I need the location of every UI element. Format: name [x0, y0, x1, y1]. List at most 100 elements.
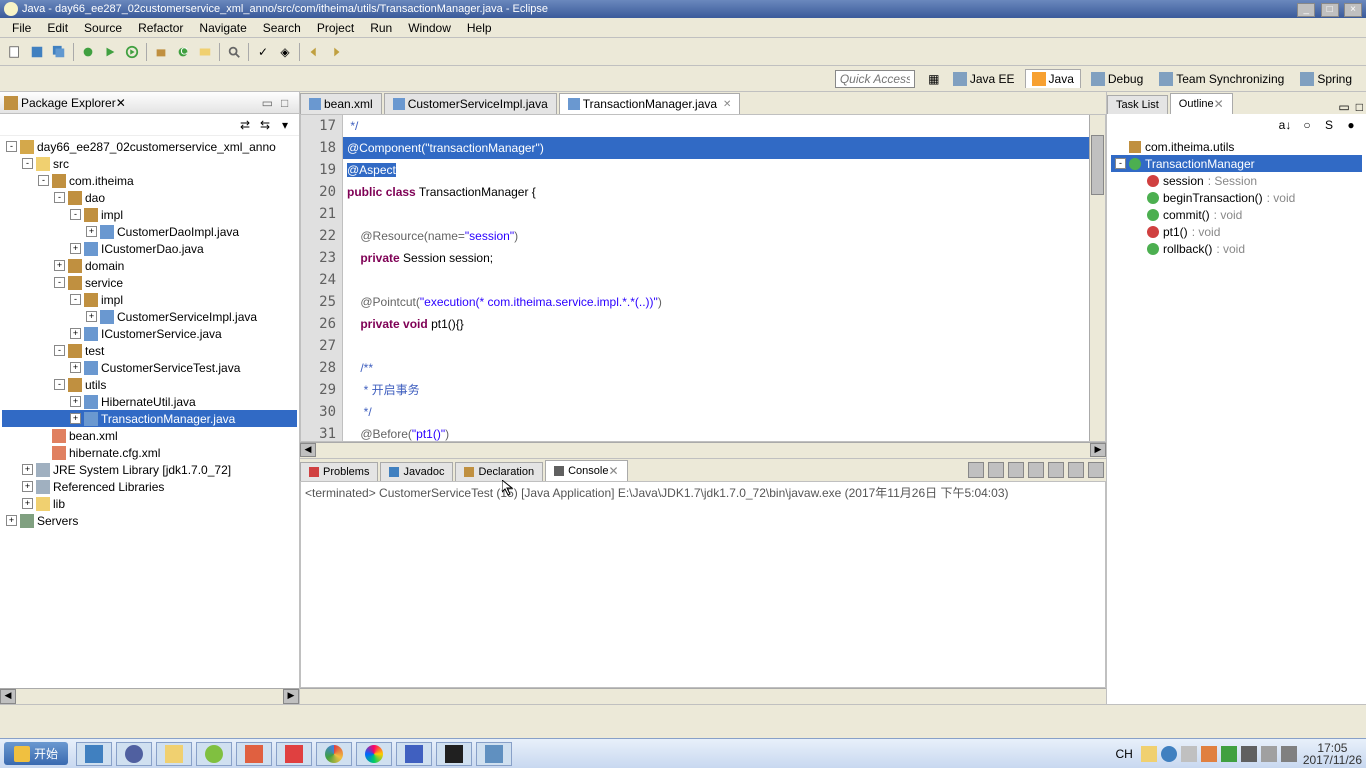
tree-toggle[interactable]: - — [54, 345, 65, 356]
hide-static-button[interactable]: S — [1319, 115, 1339, 135]
taskbar-explorer[interactable] — [76, 742, 112, 766]
tree-toggle[interactable]: - — [54, 192, 65, 203]
new-class-button[interactable]: C — [173, 42, 193, 62]
code-line[interactable]: private void pt1(){} — [343, 313, 1105, 335]
outline-maximize-button[interactable]: □ — [1353, 100, 1366, 114]
tree-item[interactable]: +domain — [2, 257, 297, 274]
code-line[interactable] — [343, 269, 1105, 291]
quick-access-input[interactable] — [835, 70, 915, 88]
tray-icon-4[interactable] — [1201, 746, 1217, 762]
tree-item[interactable]: +CustomerServiceImpl.java — [2, 308, 297, 325]
tree-toggle[interactable]: + — [54, 260, 65, 271]
editor-horizontal-scrollbar[interactable]: ◀ ▶ — [300, 442, 1106, 458]
taskbar-app5[interactable] — [476, 742, 512, 766]
new-button[interactable] — [5, 42, 25, 62]
package-tree[interactable]: -day66_ee287_02customerservice_xml_anno-… — [0, 136, 299, 688]
code-line[interactable]: @Aspect — [343, 159, 1105, 181]
scroll-left-button[interactable]: ◀ — [0, 689, 16, 704]
code-line[interactable]: public class TransactionManager { — [343, 181, 1105, 203]
save-all-button[interactable] — [49, 42, 69, 62]
console-remove-button[interactable] — [988, 462, 1004, 478]
close-button[interactable]: × — [1344, 3, 1362, 17]
taskbar-folder[interactable] — [156, 742, 192, 766]
code-line[interactable]: @Pointcut("execution(* com.itheima.servi… — [343, 291, 1105, 313]
editor-tab[interactable]: CustomerServiceImpl.java — [384, 93, 557, 114]
taskbar-word[interactable] — [396, 742, 432, 766]
perspective-team-synchronizing[interactable]: Team Synchronizing — [1153, 69, 1290, 88]
outline-item[interactable]: session: Session — [1111, 172, 1362, 189]
collapse-all-button[interactable]: ⇄ — [236, 116, 254, 134]
scroll-left-button[interactable]: ◀ — [300, 443, 316, 457]
scroll-right-button[interactable]: ▶ — [283, 689, 299, 704]
menu-project[interactable]: Project — [309, 19, 362, 37]
menu-run[interactable]: Run — [362, 19, 400, 37]
tree-toggle[interactable]: + — [70, 413, 81, 424]
perspective-spring[interactable]: Spring — [1294, 69, 1358, 88]
hide-nonpublic-button[interactable]: ● — [1341, 115, 1361, 135]
taskbar-cmd[interactable] — [436, 742, 472, 766]
tray-icon-2[interactable] — [1161, 746, 1177, 762]
tree-item[interactable]: +TransactionManager.java — [2, 410, 297, 427]
tab-close-button[interactable]: ✕ — [608, 464, 618, 478]
taskbar-eclipse[interactable] — [116, 742, 152, 766]
console-terminate-button[interactable] — [968, 462, 984, 478]
tree-toggle[interactable]: + — [70, 396, 81, 407]
tree-item[interactable]: +ICustomerDao.java — [2, 240, 297, 257]
minimize-button[interactable]: _ — [1297, 3, 1315, 17]
tree-item[interactable]: -test — [2, 342, 297, 359]
tree-item[interactable]: bean.xml — [2, 427, 297, 444]
debug-button[interactable] — [78, 42, 98, 62]
tree-item[interactable]: -impl — [2, 291, 297, 308]
console-removeall-button[interactable] — [1008, 462, 1024, 478]
tree-toggle[interactable]: + — [86, 226, 97, 237]
tree-toggle[interactable]: + — [86, 311, 97, 322]
ime-indicator[interactable]: CH — [1115, 747, 1132, 761]
console-scroll-button[interactable] — [1048, 462, 1064, 478]
tray-icon-5[interactable] — [1221, 746, 1237, 762]
outline-item[interactable]: pt1(): void — [1111, 223, 1362, 240]
tree-toggle[interactable]: - — [1115, 158, 1126, 169]
console-pin-button[interactable] — [1068, 462, 1084, 478]
code-line[interactable]: /** — [343, 357, 1105, 379]
code-editor[interactable]: 171819202122232425262728293031 */@Compon… — [300, 114, 1106, 442]
tree-item[interactable]: +ICustomerService.java — [2, 325, 297, 342]
code-line[interactable]: */ — [343, 401, 1105, 423]
tree-item[interactable]: -src — [2, 155, 297, 172]
code-line[interactable]: private Session session; — [343, 247, 1105, 269]
console-clear-button[interactable] — [1028, 462, 1044, 478]
new-package-button[interactable] — [151, 42, 171, 62]
tree-item[interactable]: -dao — [2, 189, 297, 206]
tree-item[interactable]: hibernate.cfg.xml — [2, 444, 297, 461]
code-line[interactable]: * 开启事务 — [343, 379, 1105, 401]
open-perspective-button[interactable]: ▦ — [924, 69, 944, 89]
menu-refactor[interactable]: Refactor — [130, 19, 191, 37]
system-clock[interactable]: 17:05 2017/11/26 — [1303, 742, 1362, 766]
outline-item[interactable]: rollback(): void — [1111, 240, 1362, 257]
tree-item[interactable]: +JRE System Library [jdk1.7.0_72] — [2, 461, 297, 478]
tree-toggle[interactable]: - — [22, 158, 33, 169]
tree-item[interactable]: -utils — [2, 376, 297, 393]
outline-tab-task-list[interactable]: Task List — [1107, 95, 1168, 114]
bottom-tab-declaration[interactable]: Declaration — [455, 462, 543, 481]
menu-source[interactable]: Source — [76, 19, 130, 37]
taskbar-app2[interactable] — [236, 742, 272, 766]
code-line[interactable]: @Component("transactionManager") — [343, 137, 1105, 159]
taskbar-app1[interactable] — [196, 742, 232, 766]
forward-button[interactable] — [326, 42, 346, 62]
menu-window[interactable]: Window — [400, 19, 459, 37]
tree-item[interactable]: +CustomerDaoImpl.java — [2, 223, 297, 240]
code-line[interactable]: */ — [343, 115, 1105, 137]
save-button[interactable] — [27, 42, 47, 62]
editor-tab[interactable]: TransactionManager.java✕ — [559, 93, 741, 114]
taskbar-app4[interactable] — [356, 742, 392, 766]
tray-network-icon[interactable] — [1261, 746, 1277, 762]
outline-item[interactable]: -TransactionManager — [1111, 155, 1362, 172]
tree-toggle[interactable]: + — [22, 498, 33, 509]
tree-item[interactable]: +CustomerServiceTest.java — [2, 359, 297, 376]
center-bottom-scrollbar[interactable] — [300, 688, 1106, 704]
tree-item[interactable]: -com.itheima — [2, 172, 297, 189]
search-button[interactable] — [224, 42, 244, 62]
annotation-button[interactable]: ◈ — [275, 42, 295, 62]
tree-toggle[interactable]: - — [6, 141, 17, 152]
tree-toggle[interactable]: - — [38, 175, 49, 186]
